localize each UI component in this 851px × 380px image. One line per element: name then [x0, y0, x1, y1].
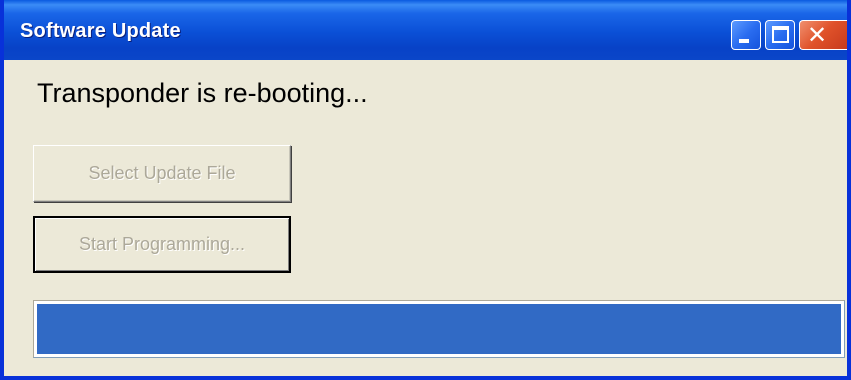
status-message: Transponder is re-booting...: [37, 78, 368, 108]
title-bar[interactable]: Software Update ✕: [4, 0, 847, 60]
close-button[interactable]: ✕: [799, 20, 847, 50]
maximize-button[interactable]: [765, 20, 795, 50]
progress-fill: [37, 304, 841, 354]
select-update-file-button[interactable]: Select Update File: [33, 145, 291, 202]
minimize-icon: [739, 39, 749, 43]
maximize-icon: [772, 26, 789, 43]
minimize-button[interactable]: [731, 20, 761, 50]
select-update-file-label: Select Update File: [88, 163, 236, 183]
start-programming-button[interactable]: Start Programming...: [33, 216, 291, 273]
start-programming-label: Start Programming...: [78, 234, 246, 254]
close-icon: ✕: [807, 21, 828, 49]
progress-bar: [33, 300, 845, 358]
software-update-window: Software Update ✕ Transponder is re-boot…: [0, 0, 851, 380]
window-title: Software Update: [20, 20, 181, 42]
